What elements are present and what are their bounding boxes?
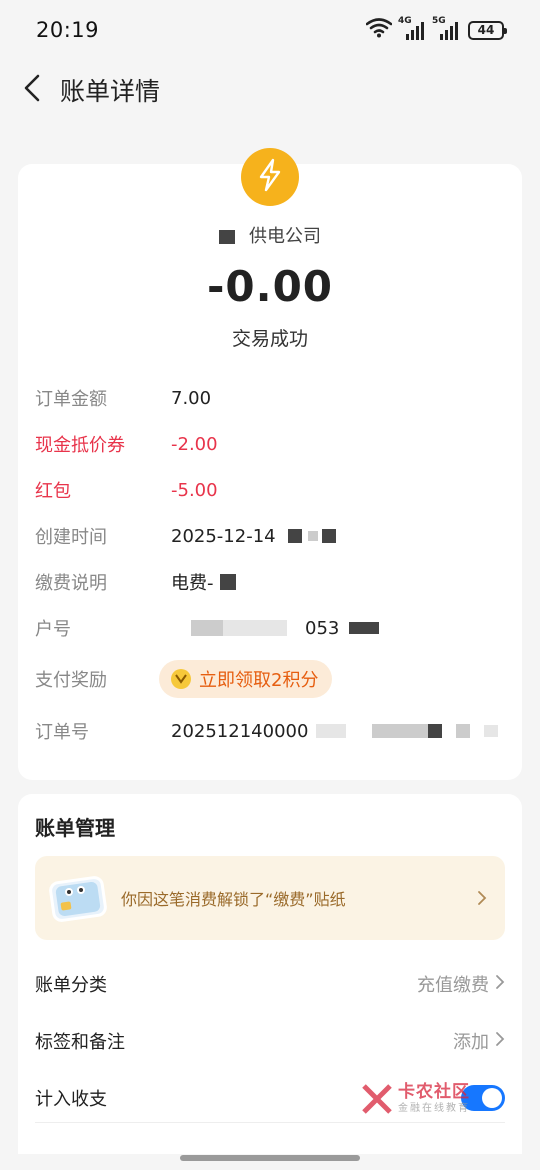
lightning-icon xyxy=(255,158,285,196)
signal-label-5g: 5G xyxy=(432,16,446,26)
detail-label: 订单金额 xyxy=(35,389,107,410)
row-value-wrap: 添加 xyxy=(453,1028,505,1054)
merchant-name-row: 供电公司 xyxy=(18,222,522,248)
privacy-mask xyxy=(428,724,443,738)
card-sticker-icon xyxy=(49,872,107,924)
detail-value: -2.00 xyxy=(171,433,218,455)
divider xyxy=(35,1122,505,1123)
watermark-text: 卡农社区 金融在线教育 xyxy=(398,1084,470,1114)
tags-notes-row[interactable]: 标签和备注 添加 xyxy=(35,1021,505,1061)
detail-label: 红包 xyxy=(35,481,71,502)
chevron-right-icon xyxy=(495,974,505,995)
page-title: 账单详情 xyxy=(60,77,161,106)
watermark-subtitle: 金融在线教育 xyxy=(398,1103,470,1114)
merchant-name: 供电公司 xyxy=(249,226,321,247)
detail-label: 支付奖励 xyxy=(35,670,107,691)
detail-value-wrap: 2025-12-14 xyxy=(171,526,336,547)
detail-value: -5.00 xyxy=(171,479,218,501)
detail-row-order-amount: 订单金额 7.00 xyxy=(35,383,515,413)
claim-points-button[interactable]: 立即领取2积分 xyxy=(159,660,333,698)
back-button[interactable] xyxy=(4,60,60,120)
chevron-right-icon xyxy=(495,1031,505,1052)
cell-signal-5g-icon: 5G xyxy=(432,16,460,40)
claim-points-label: 立即领取2积分 xyxy=(199,670,319,691)
row-label: 账单分类 xyxy=(35,975,107,996)
detail-label: 缴费说明 xyxy=(35,573,107,594)
privacy-mask xyxy=(456,724,471,738)
privacy-mask xyxy=(321,529,336,543)
detail-label: 创建时间 xyxy=(35,527,107,548)
detail-row-redpacket: 红包 -5.00 xyxy=(35,475,515,505)
privacy-mask xyxy=(223,620,287,636)
privacy-mask xyxy=(191,620,223,636)
watermark: 卡农社区 金融在线教育 xyxy=(360,1082,470,1116)
row-value-wrap: 充值缴费 xyxy=(417,971,505,997)
status-icons: 4G 5G 44 xyxy=(365,16,507,42)
privacy-mask xyxy=(484,725,499,737)
privacy-mask xyxy=(316,724,347,738)
privacy-mask xyxy=(349,622,380,634)
chevron-left-icon xyxy=(22,73,42,107)
privacy-mask xyxy=(219,574,236,590)
detail-value: 053 xyxy=(305,617,340,639)
cell-signal-4g-icon: 4G xyxy=(398,16,426,40)
transaction-amount: -0.00 xyxy=(206,262,334,311)
detail-value-wrap: 202512140000 xyxy=(171,720,499,742)
signal-label-4g: 4G xyxy=(398,16,412,26)
detail-value: 7.00 xyxy=(171,387,212,409)
detail-value-wrap: 电费- xyxy=(171,569,236,595)
section-title: 账单管理 xyxy=(35,816,115,840)
status-time: 20:19 xyxy=(36,18,100,42)
sticker-unlock-text: 你因这笔消费解锁了“缴费”贴纸 xyxy=(121,890,346,909)
merchant-logo xyxy=(241,148,299,206)
detail-row-description: 缴费说明 电费- xyxy=(35,567,515,597)
home-indicator[interactable] xyxy=(180,1155,360,1161)
detail-value-wrap: 053 xyxy=(171,617,380,639)
detail-row-reward: 支付奖励 立即领取2积分 xyxy=(35,659,515,699)
row-value: 添加 xyxy=(453,1032,489,1053)
row-label: 计入收支 xyxy=(35,1089,107,1110)
detail-label: 现金抵价券 xyxy=(35,435,125,456)
row-value: 充值缴费 xyxy=(417,975,489,996)
detail-value: 202512140000 xyxy=(171,720,309,742)
detail-value: 2025-12-14 xyxy=(171,525,276,547)
bill-summary-card: 供电公司 -0.00 交易成功 订单金额 7.00 现金抵价券 -2.00 红包… xyxy=(18,148,522,780)
detail-label: 订单号 xyxy=(35,722,89,743)
row-label: 标签和备注 xyxy=(35,1032,125,1053)
bill-category-row[interactable]: 账单分类 充值缴费 xyxy=(35,964,505,1004)
detail-row-order-number: 订单号 202512140000 xyxy=(35,716,515,746)
privacy-mask xyxy=(372,724,429,738)
watermark-logo-icon xyxy=(360,1082,394,1116)
privacy-mask xyxy=(219,230,235,244)
wifi-icon xyxy=(365,18,393,42)
watermark-title: 卡农社区 xyxy=(398,1082,470,1102)
sticker-unlock-banner[interactable]: 你因这笔消费解锁了“缴费”贴纸 xyxy=(35,856,505,940)
chevron-right-icon xyxy=(467,890,497,906)
coin-icon xyxy=(171,669,191,689)
detail-label: 户号 xyxy=(35,619,71,640)
nav-header: 账单详情 xyxy=(0,60,540,120)
detail-row-coupon: 现金抵价券 -2.00 xyxy=(35,429,515,459)
battery-icon: 44 xyxy=(468,20,507,40)
transaction-status: 交易成功 xyxy=(231,328,308,350)
privacy-mask xyxy=(307,531,318,541)
detail-value: 电费- xyxy=(171,573,214,594)
status-bar: 20:19 4G 5G 44 xyxy=(0,0,540,60)
detail-row-created-time: 创建时间 2025-12-14 xyxy=(35,521,515,551)
privacy-mask xyxy=(287,529,302,543)
detail-row-account: 户号 053 xyxy=(35,613,515,643)
